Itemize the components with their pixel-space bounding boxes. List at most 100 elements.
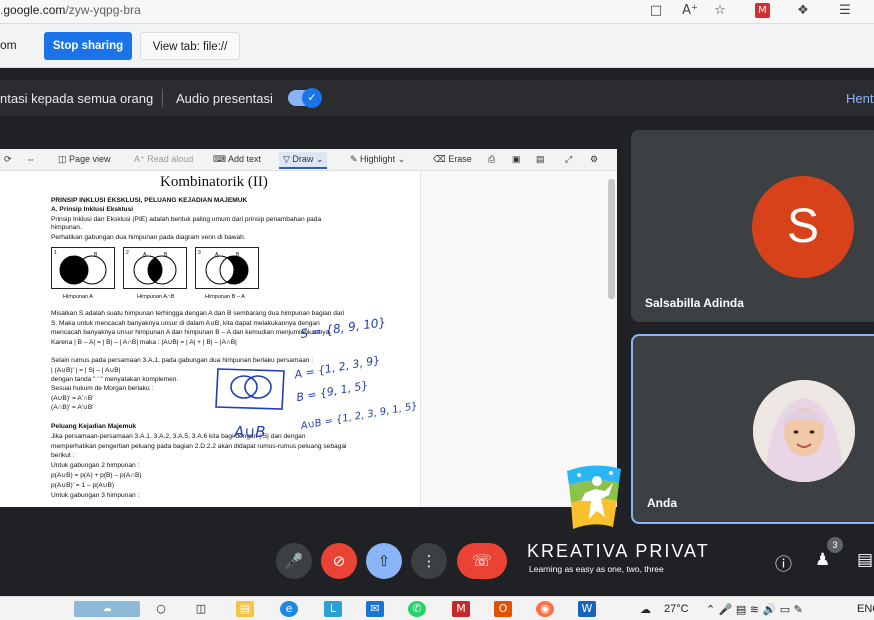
present-button[interactable]: ⇧	[366, 543, 402, 579]
erase-button[interactable]: ⌫ Erase	[433, 154, 472, 165]
document-title: Kombinatorik (II)	[160, 174, 268, 190]
meeting-info-icon[interactable]: ⓘ	[775, 550, 792, 575]
handwritten-union-label: A∪B	[234, 423, 266, 441]
temperature[interactable]: 27°C	[664, 603, 689, 615]
task-view-icon[interactable]: ◫	[192, 601, 210, 617]
kreativa-logo	[567, 465, 621, 529]
extension-icon[interactable]: M	[755, 3, 770, 18]
file-explorer-icon[interactable]: ▤	[236, 601, 254, 617]
pdf-page: Kombinatorik (II) PRINSIP INKLUSI EKSKLU…	[0, 171, 420, 507]
divider	[162, 89, 163, 107]
read-aloud-icon[interactable]: A⁺	[681, 2, 699, 20]
paragraph-line: Perhatikan gabungan dua himpunan pada di…	[51, 234, 246, 241]
paragraph-line: Selain rumus pada persamaan 3.A.1, pada …	[51, 357, 314, 364]
venn-label-a: A	[215, 252, 219, 258]
microphone-button[interactable]: 🎤	[276, 543, 312, 579]
avatar	[753, 380, 855, 482]
participant-name: Anda	[647, 496, 677, 510]
venn-caption: Himpunan A	[63, 294, 93, 300]
highlight-button[interactable]: ✎ Highlight ⌄	[350, 154, 405, 165]
pdf-toolbar: ⟳ ⇔ ◫ Page view A⁺ Read aloud ⌨ Add text…	[0, 149, 617, 171]
whatsapp-icon[interactable]: ✆	[408, 601, 426, 617]
handwritten-venn-sketch	[215, 368, 285, 410]
draw-label: Draw	[292, 154, 314, 164]
firefox-icon[interactable]: ◉	[536, 601, 554, 617]
word-icon[interactable]: W	[578, 601, 596, 617]
participant-name: Salsabilla Adinda	[645, 296, 744, 310]
favorites-list-icon[interactable]: ☰	[836, 2, 854, 20]
app-l-icon[interactable]: L	[324, 601, 342, 617]
app-m-icon[interactable]: M	[452, 601, 470, 617]
venn-caption: Himpunan A∩B	[137, 294, 175, 300]
venn-number: 3	[198, 250, 201, 256]
presenting-text: ntasi kepada semua orang	[0, 91, 154, 106]
watermark-title: KREATIVA PRIVAT	[527, 541, 710, 561]
handwritten-b-set: B = {9, 1, 5}	[295, 378, 370, 405]
rotate-icon[interactable]: ⟳	[4, 154, 12, 165]
formula-line: (A∪B)' = A'∩B'	[51, 395, 94, 402]
section-heading: Peluang Kejadian Majemuk	[51, 423, 137, 430]
formula-line: | (A∪B)' | = | S| – | A∪B|	[51, 367, 121, 374]
windows-taskbar: ☁ ○ ◫ ▤ e L ✉ ✆ M O ◉ W ☁ 27°C ⌃ 🎤 ▤ ≋ 🔊…	[0, 596, 874, 620]
erase-label: Erase	[448, 154, 472, 164]
stop-presenting-link[interactable]: Hent	[846, 91, 873, 106]
formula-line: (A∩B)' = A'∪B'	[51, 404, 94, 411]
widget-icon[interactable]: ☁	[74, 601, 140, 617]
check-icon: ✓	[302, 88, 322, 108]
draw-button[interactable]: ▽ Draw ⌄	[279, 152, 328, 169]
participant-tile-self[interactable]: Anda	[631, 334, 874, 524]
add-text-label: Add text	[228, 154, 262, 164]
app-available-icon[interactable]: □	[647, 2, 665, 20]
formula-line: p(A∪B) = p(A) + p(B) – p(A∩B)	[51, 472, 142, 479]
paragraph-line: mencacah banyaknya unsur himpunan A dan …	[51, 329, 332, 336]
avatar: S	[752, 176, 854, 278]
address-url[interactable]: .google.com/zyw-yqpg-bra	[0, 3, 141, 17]
save-icon[interactable]: ▣	[512, 154, 521, 165]
chat-icon[interactable]: ▤	[857, 550, 873, 570]
search-icon[interactable]: ○	[152, 601, 170, 617]
read-aloud-label: Read aloud	[147, 154, 194, 164]
stop-sharing-button[interactable]: Stop sharing	[44, 32, 132, 60]
favorite-star-icon[interactable]: ☆	[711, 2, 729, 20]
mail-icon[interactable]: ✉	[366, 601, 384, 617]
paragraph-line: Untuk gabungan 2 himpunan :	[51, 462, 140, 469]
paragraph-line: memperhatikan pengertian peluang pada ba…	[51, 443, 347, 450]
add-text-button[interactable]: ⌨ Add text	[213, 154, 261, 165]
paragraph-line: S. Maka untuk mencacah banyaknya unsur d…	[51, 320, 320, 327]
leave-call-button[interactable]: ☏	[457, 543, 507, 579]
more-options-button[interactable]: ⋮	[411, 543, 447, 579]
audio-presentation-toggle[interactable]: ✓	[288, 88, 322, 108]
url-host: google.com	[3, 3, 66, 17]
language-indicator[interactable]: ENG	[857, 603, 874, 615]
present-icon: ⇧	[377, 552, 391, 570]
view-tab-button[interactable]: View tab: file://	[140, 32, 240, 60]
tray-icons[interactable]: ⌃ 🎤 ▤ ≋ 🔊 ▭ ✎	[706, 603, 803, 616]
venn-label-a: A	[143, 252, 147, 258]
save-as-icon[interactable]: ▤	[536, 154, 545, 165]
office-icon[interactable]: O	[494, 601, 512, 617]
tab-sharing-bar: om Stop sharing View tab: file://	[0, 24, 874, 68]
fit-page-icon[interactable]: ⇔	[26, 154, 35, 164]
paragraph-line: himpunan.	[51, 224, 82, 231]
camera-button[interactable]: ⊘	[321, 543, 357, 579]
print-icon[interactable]: ⎙	[488, 154, 495, 165]
extensions-puzzle-icon[interactable]: ❖	[794, 2, 812, 20]
highlight-label: Highlight	[360, 154, 396, 164]
watermark-tagline: Learning as easy as one, two, three	[529, 564, 664, 574]
paragraph-line: berikut :	[51, 452, 75, 459]
page-view-button[interactable]: ◫ Page view	[58, 154, 111, 165]
paragraph-line: Jika persamaan-persamaan 3.A.1, 3.A.2, 3…	[51, 433, 306, 440]
handwritten-s-set: S = {8, 9, 10}	[299, 315, 387, 341]
weather-icon[interactable]: ☁	[640, 603, 651, 616]
url-path: /zyw-yqpg-bra	[65, 3, 141, 17]
paragraph-line: Prinsip Inklusi dan Eksklusi (PIE) adala…	[51, 216, 322, 223]
pdf-gray-margin	[420, 171, 617, 507]
people-icon[interactable]: ♟	[815, 550, 830, 570]
pdf-scrollbar[interactable]	[608, 179, 615, 299]
participant-tile[interactable]: S Salsabilla Adinda	[631, 130, 874, 322]
document-heading: PRINSIP INKLUSI EKSKLUSI, PELUANG KEJADI…	[51, 197, 248, 204]
read-aloud-button[interactable]: A⁺ Read aloud	[134, 154, 193, 165]
edge-icon[interactable]: e	[280, 601, 298, 617]
settings-gear-icon[interactable]: ⚙	[590, 154, 598, 165]
fullscreen-icon[interactable]: ⤢	[565, 154, 572, 165]
